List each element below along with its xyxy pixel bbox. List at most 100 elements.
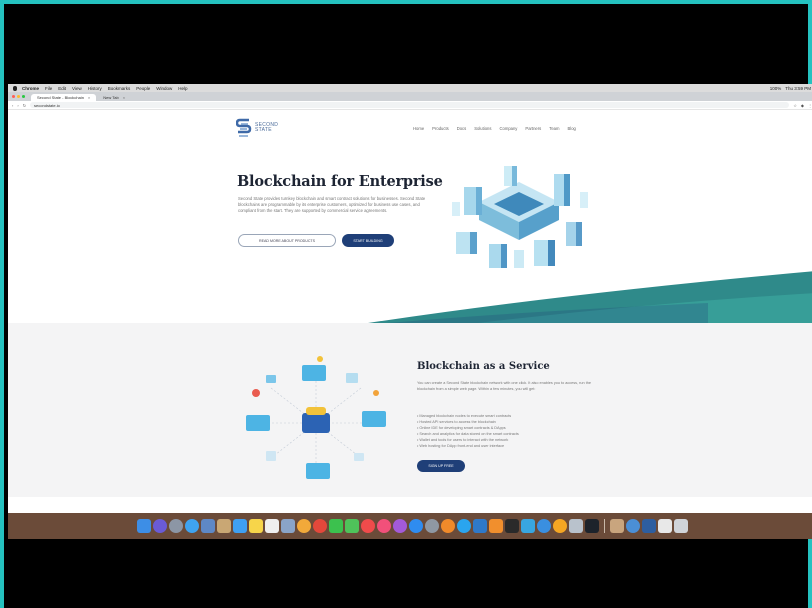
nav-solutions[interactable]: Solutions (474, 126, 491, 131)
tab-second-state[interactable]: Second State - Blockchain × (31, 94, 97, 101)
safari-icon[interactable] (184, 519, 199, 533)
menu-item-chrome[interactable]: Chrome (22, 86, 39, 91)
decorative-wave (368, 271, 812, 323)
folder-icon[interactable] (609, 519, 624, 533)
baas-section: Blockchain as a Service You can create a… (8, 323, 812, 497)
apple-icon[interactable] (13, 85, 17, 91)
menu-item-help[interactable]: Help (178, 86, 187, 91)
logo-line-2: STATE (255, 127, 272, 133)
browser-toolbar: ‹ › ↻ secondstate.io ☆ ◆ ⋮ (8, 101, 812, 110)
clock[interactable]: Thu 3:59 PM (785, 86, 811, 91)
baas-title: Blockchain as a Service (417, 361, 550, 372)
photos-icon[interactable] (296, 519, 311, 533)
podcasts-icon[interactable] (392, 519, 407, 533)
launchpad-icon[interactable] (168, 519, 183, 533)
vpn-icon[interactable] (536, 519, 551, 533)
tab-label: Second State - Blockchain (37, 95, 84, 100)
close-window-button[interactable] (12, 95, 15, 98)
notes-icon[interactable] (248, 519, 263, 533)
appstore-icon[interactable] (408, 519, 423, 533)
tab-new[interactable]: New Tab × (97, 94, 131, 101)
nav-partners[interactable]: Partners (525, 126, 541, 131)
video-frame: Chrome File Edit View History Bookmarks … (0, 0, 812, 608)
logo-wordmark: SECOND STATE (255, 122, 278, 134)
terminal-icon[interactable] (504, 519, 519, 533)
nav-blog[interactable]: Blog (567, 126, 575, 131)
star-icon[interactable]: ☆ (793, 103, 797, 108)
zoom-icon[interactable] (584, 519, 599, 533)
desktop-screen: Chrome File Edit View History Bookmarks … (8, 84, 812, 539)
site-header: SECOND STATE Home Products Docs Solution… (8, 110, 812, 148)
baas-illustration (246, 356, 386, 479)
music-icon[interactable] (376, 519, 391, 533)
site-logo[interactable]: SECOND STATE (236, 118, 278, 138)
mac-dock (8, 513, 812, 539)
menu-item-view[interactable]: View (72, 86, 82, 91)
address-bar[interactable]: secondstate.io (30, 102, 790, 108)
contacts-icon[interactable] (216, 519, 231, 533)
url-text: secondstate.io (34, 102, 60, 108)
facetime-icon[interactable] (328, 519, 343, 533)
sign-up-button[interactable]: SIGN UP FREE (417, 460, 465, 472)
tools-icon[interactable] (568, 519, 583, 533)
photo-icon[interactable] (200, 519, 215, 533)
list-item: • Web hosting for DApp front-end and use… (417, 444, 505, 448)
menu-item-bookmarks[interactable]: Bookmarks (108, 86, 131, 91)
menu-item-edit[interactable]: Edit (58, 86, 66, 91)
mac-menubar: Chrome File Edit View History Bookmarks … (8, 84, 812, 92)
reminders-icon[interactable] (264, 519, 279, 533)
minimize-window-button[interactable] (17, 95, 20, 98)
news-icon[interactable] (360, 519, 375, 533)
tab-label: New Tab (103, 95, 119, 100)
menu-item-file[interactable]: File (45, 86, 52, 91)
settings-icon[interactable] (424, 519, 439, 533)
downloads-icon[interactable] (625, 519, 640, 533)
nav-team[interactable]: Team (549, 126, 559, 131)
baas-body: You can create a Second State blockchain… (417, 381, 591, 391)
nav-products[interactable]: Products (432, 126, 449, 131)
nav-home[interactable]: Home (413, 126, 424, 131)
extension-icon[interactable]: ◆ (801, 103, 804, 108)
menu-item-window[interactable]: Window (156, 86, 172, 91)
screenshot-icon[interactable] (657, 519, 672, 533)
hero-body: Second State provides turnkey blockchain… (238, 196, 426, 213)
nav-company[interactable]: Company (499, 126, 517, 131)
nav-docs[interactable]: Docs (457, 126, 467, 131)
close-icon[interactable]: × (88, 95, 90, 100)
site-nav: Home Products Docs Solutions Company Par… (413, 126, 576, 131)
vscode-icon[interactable] (472, 519, 487, 533)
read-more-button[interactable]: READ MORE ABOUT PRODUCTS (238, 234, 336, 247)
sublime-icon[interactable] (488, 519, 503, 533)
dock-separator (603, 519, 605, 533)
extensions: ☆ ◆ ⋮ (793, 103, 812, 108)
chat-icon[interactable] (641, 519, 656, 533)
mail-icon[interactable] (232, 519, 247, 533)
close-icon[interactable]: × (123, 95, 125, 100)
maximize-window-button[interactable] (22, 95, 25, 98)
messages-icon[interactable] (344, 519, 359, 533)
hero-title: Blockchain for Enterprise (237, 173, 443, 190)
start-building-button[interactable]: START BUILDING (342, 234, 394, 247)
menu-icon[interactable]: ⋮ (808, 103, 812, 108)
skype-icon[interactable] (456, 519, 471, 533)
telegram-icon[interactable] (520, 519, 535, 533)
menu-item-history[interactable]: History (88, 86, 102, 91)
battery-status[interactable]: 100% (770, 86, 782, 91)
finder-icon[interactable] (136, 519, 151, 533)
logo-icon (236, 118, 252, 137)
chrome-icon[interactable] (312, 519, 327, 533)
firefox-icon[interactable] (440, 519, 455, 533)
hero-section: Blockchain for Enterprise Second State p… (8, 148, 812, 323)
sketch-icon[interactable] (552, 519, 567, 533)
menu-item-people[interactable]: People (136, 86, 150, 91)
back-icon[interactable]: ‹ (12, 103, 13, 108)
window-controls (12, 95, 25, 98)
trash-icon[interactable] (673, 519, 688, 533)
forward-icon[interactable]: › (17, 103, 18, 108)
baas-feature-list: • Managed blockchain nodes to execute sm… (417, 413, 519, 449)
preview-icon[interactable] (280, 519, 295, 533)
siri-icon[interactable] (152, 519, 167, 533)
browser-tabbar: Second State - Blockchain × New Tab × (8, 92, 812, 101)
menubar-status: 100% Thu 3:59 PM (770, 86, 811, 91)
reload-icon[interactable]: ↻ (23, 103, 26, 108)
